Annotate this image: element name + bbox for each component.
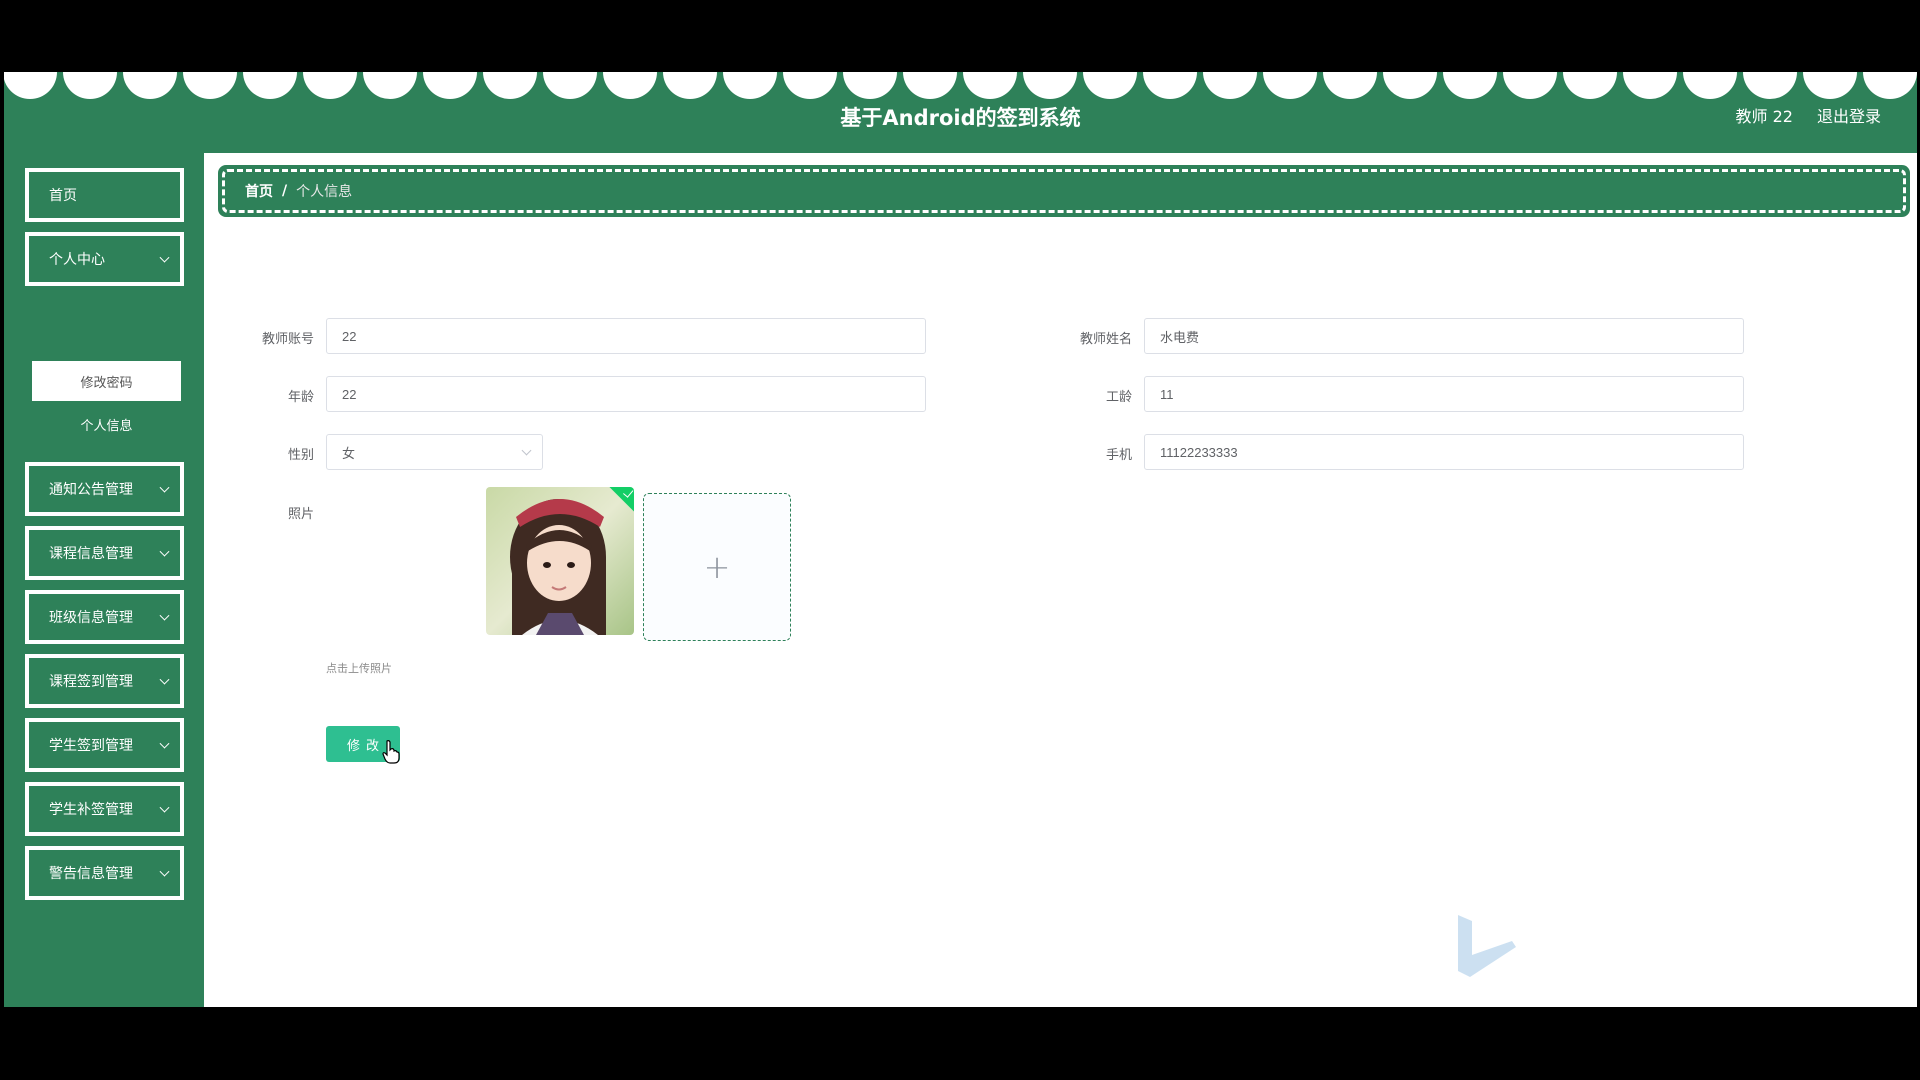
scallop-decoration <box>4 72 1917 99</box>
sidebar-item-student-signin-management[interactable]: 学生签到管理 <box>25 718 184 772</box>
sidebar-item-label: 首页 <box>49 188 77 204</box>
scallop-shape <box>1503 72 1557 99</box>
scallop-shape <box>663 72 717 99</box>
sidebar-item-label: 课程签到管理 <box>49 674 133 690</box>
scallop-shape <box>483 72 537 99</box>
gender-label: 性别 <box>287 448 314 463</box>
chevron-down-icon <box>159 738 170 749</box>
chevron-down-icon <box>159 482 170 493</box>
teacher-name-label: 教师姓名 <box>1079 332 1132 347</box>
phone-label: 手机 <box>1105 448 1132 463</box>
chevron-down-icon <box>159 546 170 557</box>
breadcrumb: 首页 / 个人信息 <box>218 165 1910 217</box>
sidebar-item-label: 警告信息管理 <box>49 866 133 882</box>
breadcrumb-separator: / <box>282 183 288 199</box>
uploaded-photo-thumbnail[interactable] <box>486 487 634 635</box>
breadcrumb-home-link[interactable]: 首页 <box>245 181 273 201</box>
logout-link[interactable]: 退出登录 <box>1817 103 1881 127</box>
scallop-shape <box>1863 72 1917 99</box>
scallop-shape <box>1683 72 1737 99</box>
chevron-down-icon <box>159 252 170 263</box>
scallop-shape <box>1383 72 1437 99</box>
scallop-shape <box>63 72 117 99</box>
chevron-down-icon <box>521 445 532 456</box>
scallop-shape <box>1143 72 1197 99</box>
sidebar-item-warning-management[interactable]: 警告信息管理 <box>25 846 184 900</box>
scallop-shape <box>603 72 657 99</box>
plus-icon: + <box>703 548 731 586</box>
chevron-down-icon <box>159 866 170 877</box>
chevron-down-icon <box>159 610 170 621</box>
scallop-shape <box>1803 72 1857 99</box>
scallop-shape <box>1203 72 1257 99</box>
scallop-shape <box>783 72 837 99</box>
scallop-shape <box>363 72 417 99</box>
submenu-item-label: 修改密码 <box>80 375 133 391</box>
teacher-account-input[interactable]: 22 <box>326 318 926 354</box>
scallop-shape <box>1323 72 1377 99</box>
scallop-shape <box>1443 72 1497 99</box>
sidebar-item-label: 学生补签管理 <box>49 802 133 818</box>
app-window: 基于Android的签到系统 教师 22 退出登录 首页 个人中心 修改密码 个… <box>4 72 1917 1007</box>
scallop-shape <box>543 72 597 99</box>
upload-hint-text: 点击上传照片 <box>326 662 392 675</box>
scallop-shape <box>123 72 177 99</box>
watermark-logo-icon <box>1458 915 1516 977</box>
teacher-account-label: 教师账号 <box>261 332 314 347</box>
portrait-photo-image <box>486 487 634 635</box>
sidebar-item-class-management[interactable]: 班级信息管理 <box>25 590 184 644</box>
app-title: 基于Android的签到系统 <box>840 106 1081 130</box>
photo-upload-button[interactable]: + <box>643 493 791 641</box>
scallop-shape <box>1023 72 1077 99</box>
sidebar-item-home[interactable]: 首页 <box>25 168 184 222</box>
phone-input[interactable]: 11122233333 <box>1144 434 1744 470</box>
work-years-input[interactable]: 11 <box>1144 376 1744 412</box>
gender-select-value: 女 <box>342 445 356 461</box>
scallop-shape <box>1263 72 1317 99</box>
age-input[interactable]: 22 <box>326 376 926 412</box>
scallop-shape <box>963 72 1017 99</box>
photo-label: 照片 <box>287 507 314 522</box>
sidebar-item-label: 学生签到管理 <box>49 738 133 754</box>
breadcrumb-current: 个人信息 <box>296 184 353 200</box>
age-label: 年龄 <box>287 390 314 405</box>
scallop-shape <box>1743 72 1797 99</box>
current-user-label: 教师 22 <box>1735 107 1793 126</box>
submenu-item-personal-info[interactable]: 个人信息 <box>32 404 181 444</box>
sidebar-item-label: 班级信息管理 <box>49 610 133 626</box>
submenu-item-label: 个人信息 <box>80 418 133 434</box>
scallop-shape <box>243 72 297 99</box>
scallop-shape <box>423 72 477 99</box>
sidebar-item-course-management[interactable]: 课程信息管理 <box>25 526 184 580</box>
sidebar-item-label: 课程信息管理 <box>49 546 133 562</box>
header-user-area: 教师 22 退出登录 <box>1736 103 1881 127</box>
scallop-shape <box>1083 72 1137 99</box>
scallop-shape <box>723 72 777 99</box>
hand-pointer-icon <box>382 740 400 764</box>
scallop-shape <box>4 72 57 99</box>
sidebar-item-label: 通知公告管理 <box>49 482 133 498</box>
sidebar-item-label: 个人中心 <box>49 252 105 268</box>
sidebar: 首页 个人中心 修改密码 个人信息 通知公告管理 课程信息管理 班级信息管理 课… <box>4 153 204 1007</box>
scallop-shape <box>1563 72 1617 99</box>
main-content: 首页 / 个人信息 教师账号 22 教师姓名 水电费 年龄 22 工龄 11 性… <box>204 153 1917 1007</box>
submenu-item-change-password[interactable]: 修改密码 <box>32 361 181 401</box>
chevron-down-icon <box>159 674 170 685</box>
chevron-down-icon <box>159 802 170 813</box>
scallop-shape <box>1623 72 1677 99</box>
teacher-name-input[interactable]: 水电费 <box>1144 318 1744 354</box>
scallop-shape <box>303 72 357 99</box>
work-years-label: 工龄 <box>1105 390 1132 405</box>
gender-select[interactable]: 女 <box>326 434 543 470</box>
scallop-shape <box>183 72 237 99</box>
top-header: 基于Android的签到系统 教师 22 退出登录 <box>4 72 1917 153</box>
breadcrumb-inner: 首页 / 个人信息 <box>222 169 1906 213</box>
sidebar-item-notice-management[interactable]: 通知公告管理 <box>25 462 184 516</box>
personal-center-submenu: 修改密码 个人信息 <box>32 361 181 447</box>
sidebar-item-course-signin-management[interactable]: 课程签到管理 <box>25 654 184 708</box>
scallop-shape <box>903 72 957 99</box>
sidebar-item-personal-center[interactable]: 个人中心 <box>25 232 184 286</box>
sidebar-item-student-resign-management[interactable]: 学生补签管理 <box>25 782 184 836</box>
scallop-shape <box>843 72 897 99</box>
